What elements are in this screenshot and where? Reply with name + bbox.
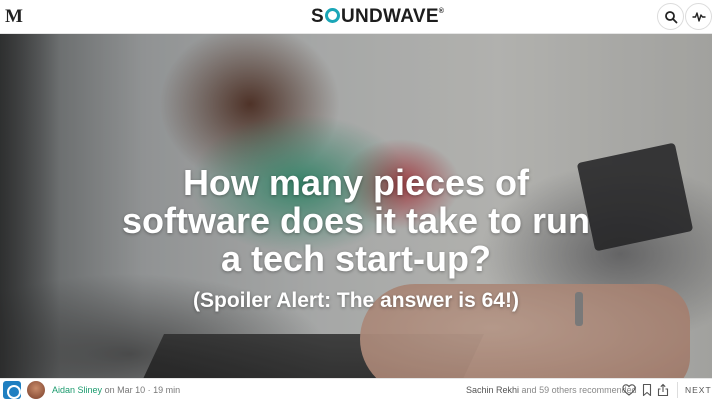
recommend-button[interactable] xyxy=(622,383,636,397)
brand-prefix: S xyxy=(311,6,324,27)
share-icon xyxy=(657,383,669,397)
author-avatar[interactable] xyxy=(27,381,45,399)
bookmark-icon xyxy=(642,383,652,397)
site-logo[interactable]: M xyxy=(5,6,23,28)
publication-logo[interactable]: S UNDWAVE® xyxy=(311,6,444,28)
share-button[interactable] xyxy=(656,383,670,397)
byline: Aidan Sliney on Mar 10 · 19 min xyxy=(52,385,180,395)
publication-icon[interactable] xyxy=(3,381,21,399)
next-story-link[interactable]: NEXT S xyxy=(685,385,712,395)
search-button[interactable] xyxy=(657,3,684,30)
brand-suffix: UNDWAVE xyxy=(340,6,439,27)
meta-divider xyxy=(677,382,678,398)
article-meta-bar: Aidan Sliney on Mar 10 · 19 min Sachin R… xyxy=(0,378,712,400)
brand-o-ring-icon xyxy=(324,8,340,23)
meta-separator: · xyxy=(147,385,151,395)
heart-icon xyxy=(622,384,636,396)
search-icon xyxy=(665,11,678,24)
activity-button[interactable] xyxy=(685,3,712,30)
author-name-link[interactable]: Aidan Sliney xyxy=(52,385,102,395)
top-navigation-bar: M S UNDWAVE® xyxy=(0,0,712,34)
recommend-count: and 59 others xyxy=(521,385,577,395)
read-time: 19 min xyxy=(153,385,181,395)
article-title: How many pieces of software does it take… xyxy=(121,162,591,279)
hero-image: How many pieces of software does it take… xyxy=(0,34,712,378)
recommendations-summary[interactable]: Sachin Rekhi and 59 others recommended xyxy=(466,385,637,395)
brand-trademark: ® xyxy=(438,8,445,15)
article-subtitle: (Spoiler Alert: The answer is 64!) xyxy=(193,289,519,312)
bookmark-button[interactable] xyxy=(640,383,654,397)
publish-date: on Mar 10 xyxy=(104,385,146,395)
recommender-name: Sachin Rekhi xyxy=(466,385,520,395)
activity-icon xyxy=(692,12,706,22)
